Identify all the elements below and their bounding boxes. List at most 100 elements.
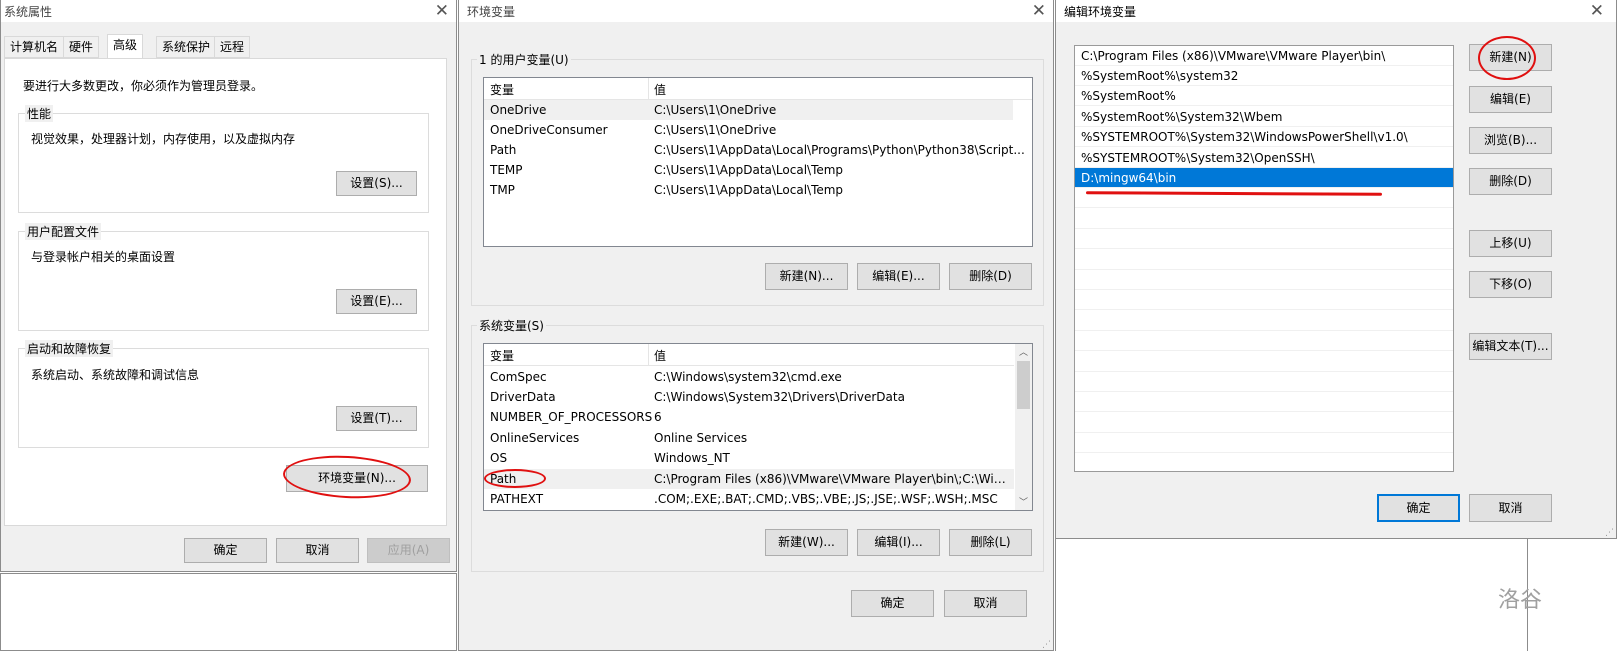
table-row[interactable]: TMP C:\Users\1\AppData\Local\Temp [484,180,1032,200]
empty-row[interactable] [1075,352,1453,372]
edit-button[interactable]: 编辑(E) [1469,86,1552,113]
table-row[interactable]: OS Windows_NT [484,448,1014,468]
performance-group: 视觉效果，处理器计划，内存使用，以及虚拟内存 设置(S)... [18,113,429,213]
variable-name: Path [490,143,517,157]
column-separator [648,344,649,365]
titlebar: 环境变量 ✕ [459,0,1053,22]
list-item[interactable]: %SystemRoot%\system32 [1075,66,1453,86]
column-header-value[interactable]: 值 [654,347,1010,364]
titlebar: 系统属性 ✕ [1,0,456,22]
tab-computer-name[interactable]: 计算机名 [4,36,65,58]
cancel-button[interactable]: 取消 [944,590,1027,617]
empty-row[interactable] [1075,250,1453,270]
empty-row[interactable] [1075,331,1453,351]
resize-grip-icon[interactable]: ⋰ [1605,528,1614,538]
empty-row[interactable] [1075,433,1453,453]
table-row[interactable]: OnlineServices Online Services [484,428,1014,448]
close-icon[interactable]: ✕ [1590,1,1604,21]
list-item-selected[interactable]: D:\mingw64\bin [1075,168,1453,188]
system-variables-label: 系统变量(S) [477,317,546,334]
list-item[interactable]: %SystemRoot% [1075,86,1453,106]
user-variables-list[interactable]: 变量 值 OneDrive C:\Users\1\OneDrive OneDri… [483,77,1033,247]
browse-button[interactable]: 浏览(B)... [1469,127,1552,154]
table-row[interactable]: PATHEXT .COM;.EXE;.BAT;.CMD;.VBS;.VBE;.J… [484,489,1014,509]
table-row[interactable]: Path C:\Users\1\AppData\Local\Programs\P… [484,140,1032,160]
empty-row[interactable] [1075,413,1453,433]
resize-grip-icon[interactable]: ⋰ [1042,640,1051,650]
path-list[interactable]: C:\Program Files (x86)\VMware\VMware Pla… [1074,45,1454,472]
variable-value: C:\Windows\system32\cmd.exe [654,370,842,384]
variable-name: DriverData [490,390,556,404]
cancel-button[interactable]: 取消 [1469,494,1552,522]
user-profile-settings-button[interactable]: 设置(E)... [336,289,417,314]
dialog-title: 环境变量 [467,5,516,19]
variable-name: TMP [490,183,515,197]
ok-button[interactable]: 确定 [184,538,267,563]
apply-button[interactable]: 应用(A) [367,538,450,563]
background-window [0,573,457,651]
column-header-value[interactable]: 值 [654,81,1028,98]
variable-value: Online Services [654,431,748,445]
scroll-down-icon[interactable]: ﹀ [1019,495,1028,508]
empty-row[interactable] [1075,372,1453,392]
variable-value: 6 [654,410,662,424]
background-window [1055,539,1528,651]
variable-value: Windows_NT [654,451,730,465]
table-row[interactable]: TEMP C:\Users\1\AppData\Local\Temp [484,160,1032,180]
move-down-button[interactable]: 下移(O) [1469,271,1552,298]
variable-name: NUMBER_OF_PROCESSORS [490,410,653,424]
empty-row[interactable] [1075,392,1453,412]
table-row[interactable]: OneDrive C:\Users\1\OneDrive [484,100,1013,120]
empty-row[interactable] [1075,209,1453,229]
empty-row[interactable] [1075,311,1453,331]
table-row[interactable]: ComSpec C:\Windows\system32\cmd.exe [484,367,1014,387]
empty-row[interactable] [1075,290,1453,310]
tab-remote[interactable]: 远程 [214,36,251,58]
table-row[interactable]: NUMBER_OF_PROCESSORS 6 [484,407,1014,427]
list-item[interactable]: %SYSTEMROOT%\System32\WindowsPowerShell\… [1075,127,1453,147]
user-edit-button[interactable]: 编辑(E)... [857,263,940,290]
system-delete-button[interactable]: 删除(L) [949,529,1032,556]
user-profile-group: 与登录帐户相关的桌面设置 设置(E)... [18,231,429,331]
column-separator [648,78,649,99]
user-profile-label: 用户配置文件 [25,223,102,240]
empty-row[interactable] [1075,229,1453,249]
edit-text-button[interactable]: 编辑文本(T)... [1469,333,1552,360]
user-delete-button[interactable]: 删除(D) [949,263,1032,290]
system-edit-button[interactable]: 编辑(I)... [857,529,940,556]
scrollbar-thumb[interactable] [1017,361,1030,409]
close-icon[interactable]: ✕ [435,1,449,21]
tab-hardware[interactable]: 硬件 [63,36,100,58]
system-new-button[interactable]: 新建(W)... [765,529,848,556]
tab-page: 要进行大多数更改，你必须作为管理员登录。 视觉效果，处理器计划，内存使用，以及虚… [4,58,447,526]
close-icon[interactable]: ✕ [1032,1,1046,21]
empty-row[interactable] [1075,453,1453,471]
tab-advanced[interactable]: 高级 [107,34,144,59]
startup-recovery-settings-button[interactable]: 设置(T)... [336,406,417,431]
tab-system-protection[interactable]: 系统保护 [156,36,217,58]
system-variables-list[interactable]: 变量 值 ComSpec C:\Windows\system32\cmd.exe… [483,343,1033,511]
user-new-button[interactable]: 新建(N)... [765,263,848,290]
performance-settings-button[interactable]: 设置(S)... [336,171,417,196]
list-item[interactable]: %SystemRoot%\System32\Wbem [1075,107,1453,127]
startup-recovery-label: 启动和故障恢复 [25,340,114,357]
table-row[interactable]: DriverData C:\Windows\System32\Drivers\D… [484,387,1014,407]
vertical-scrollbar[interactable]: ︿ ﹀ [1015,344,1032,510]
edit-environment-variable-dialog: 编辑环境变量 ✕ C:\Program Files (x86)\VMware\V… [1055,0,1617,539]
ok-button[interactable]: 确定 [851,590,934,617]
cancel-button[interactable]: 取消 [276,538,359,563]
table-row[interactable]: Path C:\Program Files (x86)\VMware\VMwar… [484,469,1014,489]
performance-desc: 视觉效果，处理器计划，内存使用，以及虚拟内存 [31,132,296,146]
scroll-up-icon[interactable]: ︿ [1019,345,1028,358]
column-header-variable[interactable]: 变量 [490,81,514,98]
delete-button[interactable]: 删除(D) [1469,168,1552,195]
empty-row[interactable] [1075,270,1453,290]
list-item[interactable]: C:\Program Files (x86)\VMware\VMware Pla… [1075,46,1453,66]
startup-recovery-desc: 系统启动、系统故障和调试信息 [31,368,200,382]
variable-name: TEMP [490,163,523,177]
column-header-variable[interactable]: 变量 [490,347,514,364]
list-item[interactable]: %SYSTEMROOT%\System32\OpenSSH\ [1075,148,1453,168]
move-up-button[interactable]: 上移(U) [1469,230,1552,257]
ok-button[interactable]: 确定 [1377,494,1460,522]
table-row[interactable]: OneDriveConsumer C:\Users\1\OneDrive [484,120,1032,140]
